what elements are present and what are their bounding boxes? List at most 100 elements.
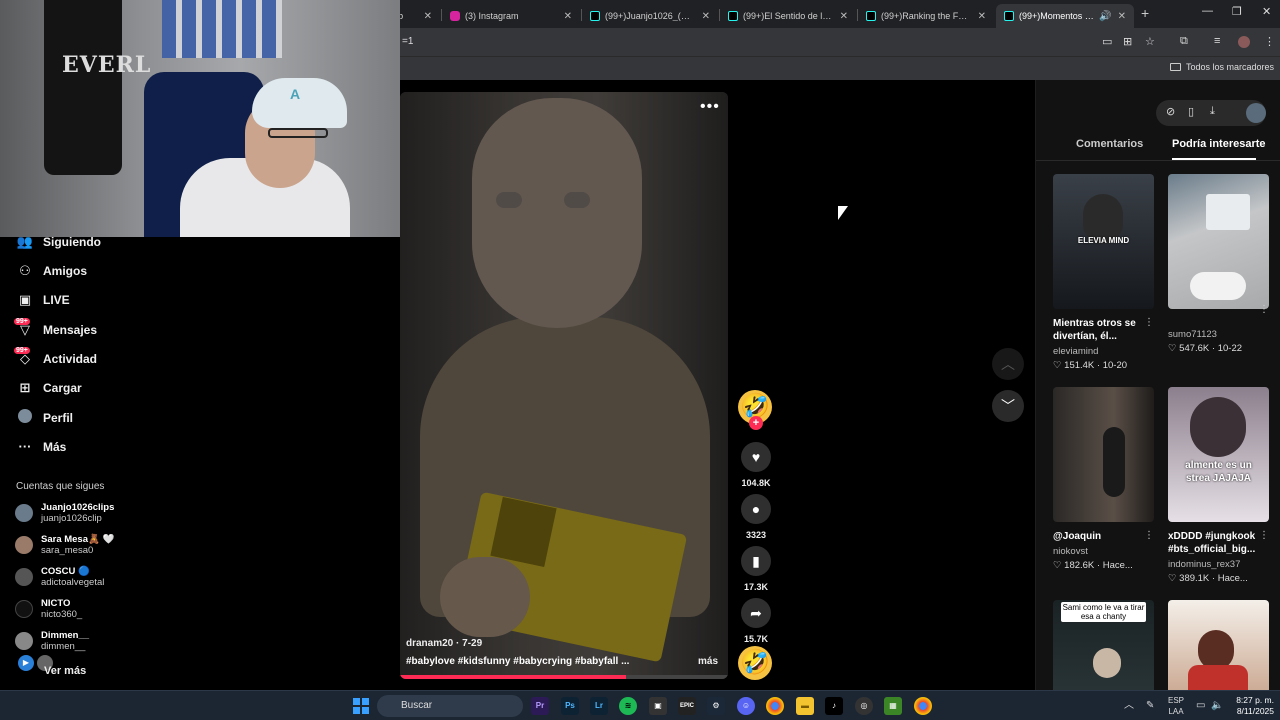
all-bookmarks-button[interactable]: Todos los marcadores bbox=[1169, 62, 1274, 72]
video-card[interactable]: @Joaquin ⋮ niokovst ♡ 182.6K · Hace... bbox=[1053, 387, 1154, 571]
video-progress-bar[interactable] bbox=[400, 675, 728, 679]
friends-icon: ⚇ bbox=[19, 263, 31, 278]
followed-account[interactable]: Sara Mesa🧸 🤍 sara_mesa0 bbox=[15, 534, 114, 556]
tab-comments[interactable]: Comentarios bbox=[1076, 138, 1143, 150]
followed-account[interactable]: NICTO nicto360_ bbox=[15, 598, 82, 620]
nav-item-following[interactable]: 👥 Siguiendo bbox=[16, 234, 101, 250]
chrome-icon[interactable] bbox=[766, 697, 784, 715]
comment-button[interactable]: ● bbox=[741, 494, 771, 524]
followed-account[interactable]: Dimmen__ dimmen__ bbox=[15, 630, 89, 652]
browser-tab[interactable]: (99+)Juanjo1026_(@juanj ✕ bbox=[582, 4, 718, 28]
star-icon[interactable]: ☆ bbox=[1145, 35, 1155, 48]
photoshop-icon[interactable]: Ps bbox=[561, 697, 579, 715]
download-icon[interactable]: ⤓ bbox=[1210, 105, 1215, 118]
tiktok-icon[interactable]: ♪ bbox=[825, 697, 843, 715]
system-clock[interactable]: 8:27 p. m. 8/11/2025 bbox=[1222, 695, 1274, 717]
close-icon[interactable]: ✕ bbox=[424, 11, 432, 22]
premiere-icon[interactable]: Pr bbox=[531, 697, 549, 715]
more-options-icon[interactable]: ⋮ bbox=[1259, 304, 1269, 315]
card-thumbnail[interactable]: almente es un strea JAJAJA bbox=[1168, 387, 1269, 522]
mobile-icon[interactable]: ▯ bbox=[1188, 105, 1194, 118]
browser-tab[interactable]: (99+)Ranking the Funnies ✕ bbox=[858, 4, 994, 28]
card-thumbnail[interactable] bbox=[1168, 174, 1269, 309]
browser-tab[interactable]: (3) Instagram ✕ bbox=[442, 4, 580, 28]
cast-icon[interactable]: ▭ bbox=[1102, 35, 1112, 48]
card-thumbnail[interactable] bbox=[1053, 387, 1154, 522]
lightroom-icon[interactable]: Lr bbox=[590, 697, 608, 715]
avatar bbox=[15, 568, 33, 586]
followed-account[interactable]: COSCU 🔵 adictoalvegetal bbox=[15, 566, 104, 588]
video-hashtags[interactable]: #babylove #kidsfunny #babycrying #babyfa… bbox=[406, 656, 636, 667]
minimize-button[interactable]: — bbox=[1202, 5, 1213, 17]
discord-icon[interactable]: ☺ bbox=[737, 697, 755, 715]
nav-item-live[interactable]: ▣ LIVE bbox=[16, 292, 70, 308]
like-button[interactable]: ♥ bbox=[741, 442, 771, 472]
pen-icon[interactable]: ✎ bbox=[1146, 700, 1154, 711]
media-icon[interactable]: ≡ bbox=[1214, 35, 1220, 47]
extensions-icon[interactable]: ⧉ bbox=[1180, 35, 1188, 48]
card-thumbnail[interactable]: ELEVIA MIND bbox=[1053, 174, 1154, 309]
video-card[interactable]: ELEVIA MIND Mientras otros se divertían,… bbox=[1053, 174, 1154, 371]
close-icon[interactable]: ✕ bbox=[978, 11, 986, 22]
card-username[interactable]: indominus_rex37 bbox=[1168, 559, 1269, 570]
next-video-button[interactable]: ﹀ bbox=[992, 390, 1024, 422]
maximize-button[interactable]: ❐ bbox=[1232, 5, 1242, 18]
video-player[interactable]: ••• dranam20 · 7-29 #babylove #kidsfunny… bbox=[400, 92, 728, 679]
more-options-icon[interactable]: ••• bbox=[700, 98, 720, 116]
see-more-link[interactable]: Ver más bbox=[44, 665, 86, 677]
nav-item-friends[interactable]: ⚇ Amigos bbox=[16, 263, 87, 279]
share-button[interactable]: ➦ bbox=[741, 598, 771, 628]
video-card[interactable]: ⋮ sumo71123 ♡ 547.6K · 10-22 bbox=[1168, 174, 1269, 354]
tab-you-may-like[interactable]: Podría interesarte bbox=[1172, 138, 1266, 150]
nav-item-upload[interactable]: ⊞ Cargar bbox=[16, 380, 82, 396]
user-avatar[interactable] bbox=[1246, 103, 1266, 123]
speaker-icon[interactable]: 🔊 bbox=[1099, 11, 1111, 22]
followed-account[interactable]: Juanjo1026clips juanjo1026clip bbox=[15, 502, 114, 524]
chevron-up-icon[interactable]: ︿ bbox=[1124, 700, 1134, 711]
nav-item-more[interactable]: ··· Más bbox=[16, 439, 67, 454]
video-card[interactable]: almente es un strea JAJAJA xDDDD #jungko… bbox=[1168, 387, 1269, 584]
epic-games-icon[interactable]: EPIC bbox=[678, 697, 696, 715]
video-author[interactable]: dranam20 · 7-29 bbox=[406, 638, 482, 649]
close-icon[interactable]: ✕ bbox=[702, 11, 710, 22]
browser-tab-active[interactable]: (99+)Momentos dive 🔊 ✕ bbox=[996, 4, 1134, 28]
video-card[interactable]: Sami como le va a tirar esa a chanty bbox=[1053, 600, 1154, 690]
close-icon[interactable]: ✕ bbox=[1118, 11, 1126, 22]
network-icon[interactable]: ▭ bbox=[1196, 700, 1205, 711]
card-username[interactable]: sumo71123 bbox=[1168, 329, 1269, 340]
menu-icon[interactable]: ⋮ bbox=[1264, 35, 1275, 48]
more-options-icon[interactable]: ⋮ bbox=[1144, 530, 1154, 541]
close-icon[interactable]: ✕ bbox=[840, 11, 848, 22]
language-indicator[interactable]: ESP LAA bbox=[1166, 695, 1186, 717]
video-card[interactable] bbox=[1168, 600, 1269, 690]
more-options-icon[interactable]: ⋮ bbox=[1259, 530, 1269, 541]
app-icon[interactable]: ▣ bbox=[649, 697, 667, 715]
previous-video-button[interactable]: ︿ bbox=[992, 348, 1024, 380]
file-explorer-icon[interactable]: ▬ bbox=[796, 697, 814, 715]
profile-avatar-icon[interactable] bbox=[1238, 36, 1250, 48]
windows-start-icon[interactable] bbox=[353, 698, 369, 714]
card-username[interactable]: eleviamind bbox=[1053, 346, 1154, 357]
spotify-icon[interactable]: ≋ bbox=[619, 697, 637, 715]
steam-icon[interactable]: ⚙ bbox=[707, 697, 725, 715]
browser-tab[interactable]: (99+)El Sentido de la Vida ✕ bbox=[720, 4, 856, 28]
translate-icon[interactable]: ⊞ bbox=[1123, 35, 1132, 48]
close-window-button[interactable]: ✕ bbox=[1262, 5, 1271, 18]
taskbar-search[interactable]: Buscar bbox=[377, 695, 523, 717]
see-more-caption[interactable]: más bbox=[698, 656, 718, 667]
sound-disc-icon[interactable]: 🤣 bbox=[738, 646, 772, 680]
follow-plus-icon[interactable]: + bbox=[749, 416, 763, 430]
card-thumbnail[interactable] bbox=[1168, 600, 1269, 690]
card-username[interactable]: niokovst bbox=[1053, 546, 1154, 557]
minecraft-icon[interactable]: ▦ bbox=[884, 697, 902, 715]
autoscroll-icon[interactable]: ⊘ bbox=[1166, 105, 1175, 118]
close-icon[interactable]: ✕ bbox=[564, 11, 572, 22]
app-icon[interactable]: ◎ bbox=[855, 697, 873, 715]
url-text[interactable]: =1 bbox=[402, 36, 413, 47]
save-button[interactable]: ▮ bbox=[741, 546, 771, 576]
chrome-icon[interactable] bbox=[914, 697, 932, 715]
more-options-icon[interactable]: ⋮ bbox=[1144, 317, 1154, 328]
nav-item-profile[interactable]: Perfil bbox=[16, 409, 73, 426]
new-tab-button[interactable]: + bbox=[1141, 5, 1149, 21]
card-thumbnail[interactable]: Sami como le va a tirar esa a chanty bbox=[1053, 600, 1154, 690]
